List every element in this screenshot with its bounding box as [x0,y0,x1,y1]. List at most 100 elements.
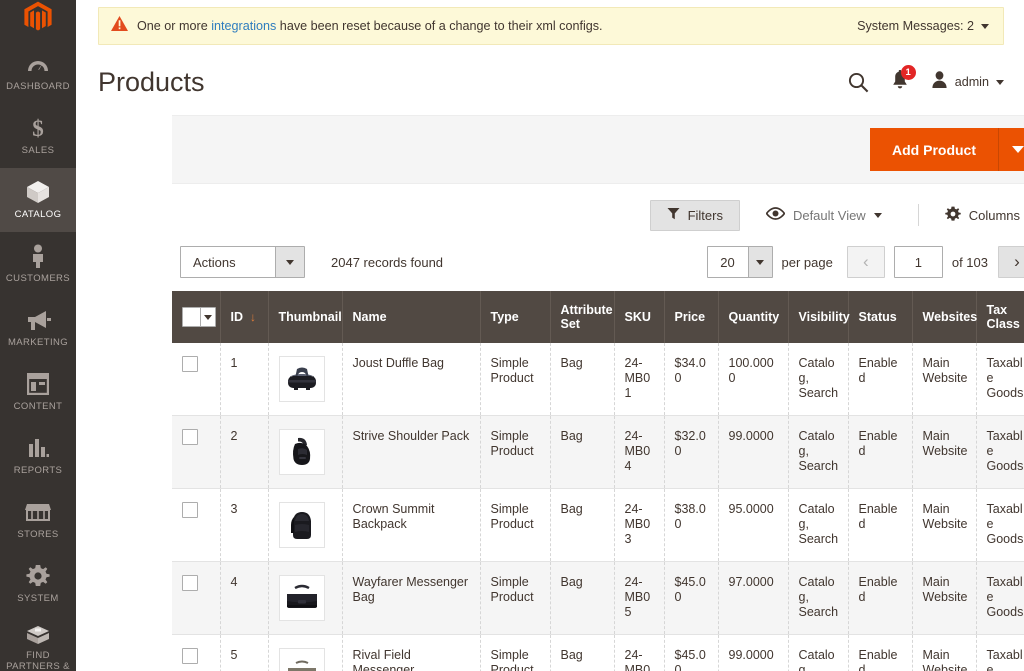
column-header-visibility[interactable]: Visibility [788,291,850,343]
filters-label: Filters [687,207,723,223]
select-all-checkbox[interactable] [183,308,200,326]
cell-attribute-set: Bag [550,634,615,671]
column-header-attribute-set[interactable]: Attribute Set [550,291,615,343]
admin-user-name: admin [954,75,989,89]
admin-user-menu[interactable]: admin [931,70,1004,94]
records-found-count: 2047 records found [331,254,444,270]
sidebar-item-catalog[interactable]: CATALOG [0,168,76,232]
cell-status: Enabled [848,634,913,671]
mass-actions-label: Actions [193,254,236,270]
cell-price: $38.00 [664,488,719,562]
view-bookmarks-control[interactable]: Default View [765,204,900,226]
cell-thumbnail[interactable] [268,561,343,635]
row-checkbox-cell[interactable] [172,634,221,671]
row-checkbox[interactable] [182,575,198,591]
cell-price: $34.00 [664,343,719,416]
sidebar-item-sales[interactable]: $ SALES [0,104,76,168]
notifications-bell[interactable]: 1 [891,64,916,95]
cell-quantity: 99.0000 [718,415,789,489]
shoulder-pack-thumbnail [278,429,325,475]
page-number-input[interactable] [893,246,943,278]
column-header-sku[interactable]: SKU [614,291,665,343]
sidebar-item-label: CUSTOMERS [5,273,71,284]
table-row[interactable]: 5 Rival Field Messenger Simple Product Bag 2… [172,634,1024,671]
row-checkbox[interactable] [182,429,198,445]
cell-quantity: 100.0000 [718,343,789,416]
add-product-split-button: Add Product [870,128,1024,171]
cell-price: $32.00 [664,415,719,489]
column-header-thumbnail[interactable]: Thumbnail [268,291,343,343]
sidebar-item-stores[interactable]: STORES [0,488,76,552]
integrations-link[interactable]: integrations [211,19,276,33]
sidebar-item-marketing[interactable]: MARKETING [0,296,76,360]
add-product-button[interactable]: Add Product [870,128,998,171]
column-header-websites[interactable]: Websites [912,291,977,343]
cell-websites: Main Website [912,488,977,562]
column-header-id[interactable]: ID ↓ [220,291,269,343]
table-row[interactable]: 1 Joust Duffle Bag Simple Product Bag 24-MB0… [172,343,1024,416]
column-header-type[interactable]: Type [480,291,551,343]
cell-name: Wayfarer Messenger Bag [342,561,481,635]
cell-quantity: 97.0000 [718,561,789,635]
row-checkbox-cell[interactable] [172,488,221,562]
cell-tax-class: Taxable Goods [976,415,1024,489]
column-header-status[interactable]: Status [848,291,913,343]
magento-logo[interactable] [0,0,76,34]
cell-status: Enabled [848,415,913,489]
row-checkbox-cell[interactable] [172,343,221,416]
row-checkbox[interactable] [182,356,198,372]
cell-thumbnail[interactable] [268,488,343,562]
backpack-thumbnail [278,502,325,548]
sidebar-item-dashboard[interactable]: DASHBOARD [0,40,76,104]
cell-visibility: Catalog, Search [788,488,849,562]
previous-page-button[interactable]: ‹ [846,246,885,278]
column-header-tax-class[interactable]: Tax Class [976,291,1024,343]
chevron-down-icon[interactable] [200,308,215,326]
layout-icon [25,371,51,397]
select-all-checkbox-dropdown[interactable] [182,307,216,327]
row-checkbox-cell[interactable] [172,561,221,635]
chevron-down-icon [981,23,989,29]
system-messages-toggle[interactable]: System Messages: 2 [857,19,989,33]
eye-icon [765,207,786,223]
column-header-price[interactable]: Price [664,291,719,343]
cell-id: 5 [220,634,269,671]
pagination: 20 per page ‹ of 103 › [706,246,1024,278]
mass-actions-select[interactable]: Actions [180,246,305,278]
cell-visibility: Catalog, Search [788,634,849,671]
sidebar-item-find-partners-extensions[interactable]: FIND PARTNERS & EXTENSIONS [0,622,76,671]
sidebar-item-customers[interactable]: CUSTOMERS [0,232,76,296]
table-row[interactable]: 3 Crown Summit Backpack Simple Product Bag 2… [172,488,1024,562]
cell-name: Rival Field Messenger [342,634,481,671]
bar-chart-icon [25,435,51,461]
column-header-checkbox[interactable] [172,291,221,343]
sidebar-item-system[interactable]: SYSTEM [0,552,76,616]
cell-id: 4 [220,561,269,635]
row-checkbox[interactable] [182,648,198,664]
cell-websites: Main Website [912,343,977,416]
cell-thumbnail[interactable] [268,634,343,671]
cell-sku: 24-MB04 [614,415,665,489]
products-table-body: 1 Joust Duffle Bag Simple Product Bag 24-MB0… [172,343,1024,671]
columns-control[interactable]: Columns [917,204,1024,226]
table-row[interactable]: 2 Strive Shoulder Pack Simple Product Bag 24… [172,415,1024,489]
cell-thumbnail[interactable] [268,415,343,489]
row-checkbox-cell[interactable] [172,415,221,489]
megaphone-icon [25,307,51,333]
table-row[interactable]: 4 Wayfarer Messenger Bag Simple Product Bag… [172,561,1024,635]
sidebar-item-content[interactable]: CONTENT [0,360,76,424]
row-checkbox[interactable] [182,502,198,518]
page-actions-bar: Add Product [172,115,1024,184]
cell-thumbnail[interactable] [268,343,343,416]
column-header-quantity[interactable]: Quantity [718,291,789,343]
add-product-dropdown-toggle[interactable] [998,128,1024,171]
per-page-select[interactable]: 20 [706,246,773,278]
filters-button[interactable]: Filters [649,199,740,231]
sidebar-item-reports[interactable]: REPORTS [0,424,76,488]
next-page-button[interactable]: › [998,246,1024,278]
column-header-name[interactable]: Name [342,291,481,343]
svg-text:$: $ [32,116,44,140]
cell-websites: Main Website [912,634,977,671]
search-icon[interactable] [848,72,869,93]
cell-sku: 24-MB05 [614,561,665,635]
